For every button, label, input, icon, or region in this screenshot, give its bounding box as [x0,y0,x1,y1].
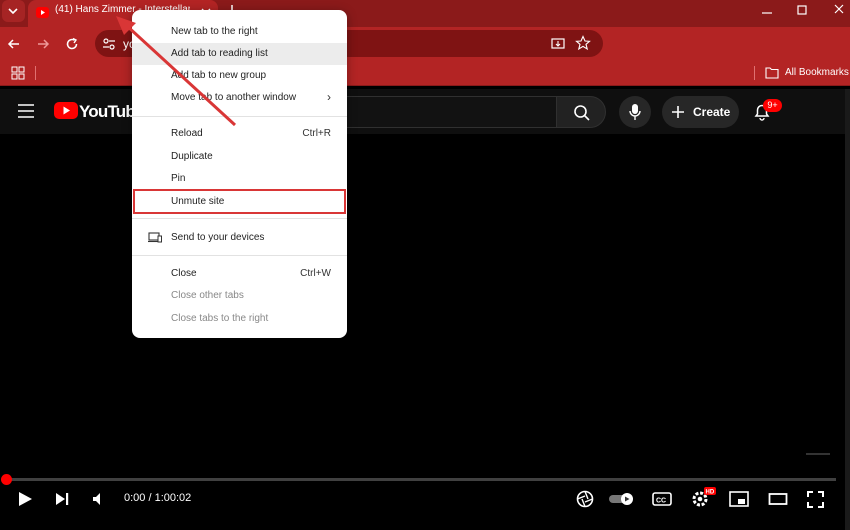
all-bookmarks-button[interactable]: All Bookmarks [785,67,849,78]
svg-text:HD: HD [706,490,715,496]
fullscreen-icon[interactable] [807,491,824,508]
menu-item-add-to-reading-list[interactable]: Add tab to reading list [132,43,347,65]
menu-separator [132,116,347,117]
menu-item-send-to-devices[interactable]: Send to your devices [132,227,347,249]
menu-item-close-other-tabs[interactable]: Close other tabs [132,285,347,307]
bookmarks-bar: All Bookmarks [0,60,850,86]
tab-search-icon[interactable] [0,0,28,27]
menu-separator [132,218,347,219]
search-button[interactable] [556,96,606,128]
close-window-icon[interactable] [832,2,846,16]
menu-item-duplicate[interactable]: Duplicate [132,146,347,168]
theater-mode-icon[interactable] [768,492,788,506]
play-icon[interactable] [17,491,33,507]
create-label: Create [693,105,731,119]
youtube-favicon-icon [36,7,49,18]
settings-gear-icon[interactable]: HD [690,486,716,510]
progress-scrubber[interactable] [1,474,12,485]
plus-icon [672,106,684,118]
youtube-logo-icon[interactable] [54,102,78,120]
voice-search-button[interactable] [619,96,651,128]
highlight-box [133,189,346,214]
captions-icon[interactable]: CC [652,491,672,507]
forward-icon[interactable] [35,36,51,52]
search-icon [574,105,590,121]
menu-item-close-tabs-right[interactable]: Close tabs to the right [132,308,347,330]
time-display: 0:00 / 1:00:02 [124,492,192,504]
menu-item-pin[interactable]: Pin [132,168,347,190]
video-player[interactable] [0,134,850,530]
search-input[interactable] [330,96,556,128]
menu-item-reload[interactable]: Reload Ctrl+R [132,123,347,145]
notification-badge: 9+ [763,99,782,112]
autoplay-toggle-icon[interactable] [607,491,635,507]
video-progress-bar[interactable] [6,478,836,481]
reload-icon[interactable] [64,36,80,52]
back-icon[interactable] [6,36,22,52]
microphone-icon [629,104,641,120]
create-button[interactable]: Create [662,96,739,128]
folder-icon [765,67,779,79]
send-to-devices-icon [148,232,162,243]
minimize-icon[interactable] [760,6,774,20]
aperture-icon[interactable] [576,490,594,508]
svg-text:CC: CC [656,498,666,505]
tab-context-menu: New tab to the right Add tab to reading … [132,10,347,338]
volume-muted-icon[interactable] [91,491,107,507]
reload-shortcut: Ctrl+R [302,128,331,139]
maximize-icon[interactable] [795,3,809,17]
menu-item-add-to-new-group[interactable]: Add tab to new group [132,65,347,87]
apps-grid-icon[interactable] [10,65,26,81]
bookmarks-divider [754,66,755,80]
chevron-right-icon: › [327,90,331,104]
browser-toolbar: yo [0,27,850,60]
menu-icon[interactable] [17,103,35,119]
site-settings-icon[interactable] [101,36,117,52]
page-scrollbar[interactable] [845,89,850,530]
video-overlay-mark [806,453,830,455]
miniplayer-icon[interactable] [729,491,749,507]
menu-item-move-to-window[interactable]: Move tab to another window › [132,87,347,109]
menu-item-close[interactable]: Close Ctrl+W [132,263,347,285]
close-shortcut: Ctrl+W [300,268,331,279]
browser-title-bar: (41) Hans Zimmer - Interstellar [0,0,850,27]
menu-separator [132,255,347,256]
install-app-icon[interactable] [550,36,566,52]
menu-item-new-tab-right[interactable]: New tab to the right [132,21,347,43]
bookmarks-divider [35,66,36,80]
next-icon[interactable] [54,491,70,507]
bookmark-star-icon[interactable] [575,35,591,51]
